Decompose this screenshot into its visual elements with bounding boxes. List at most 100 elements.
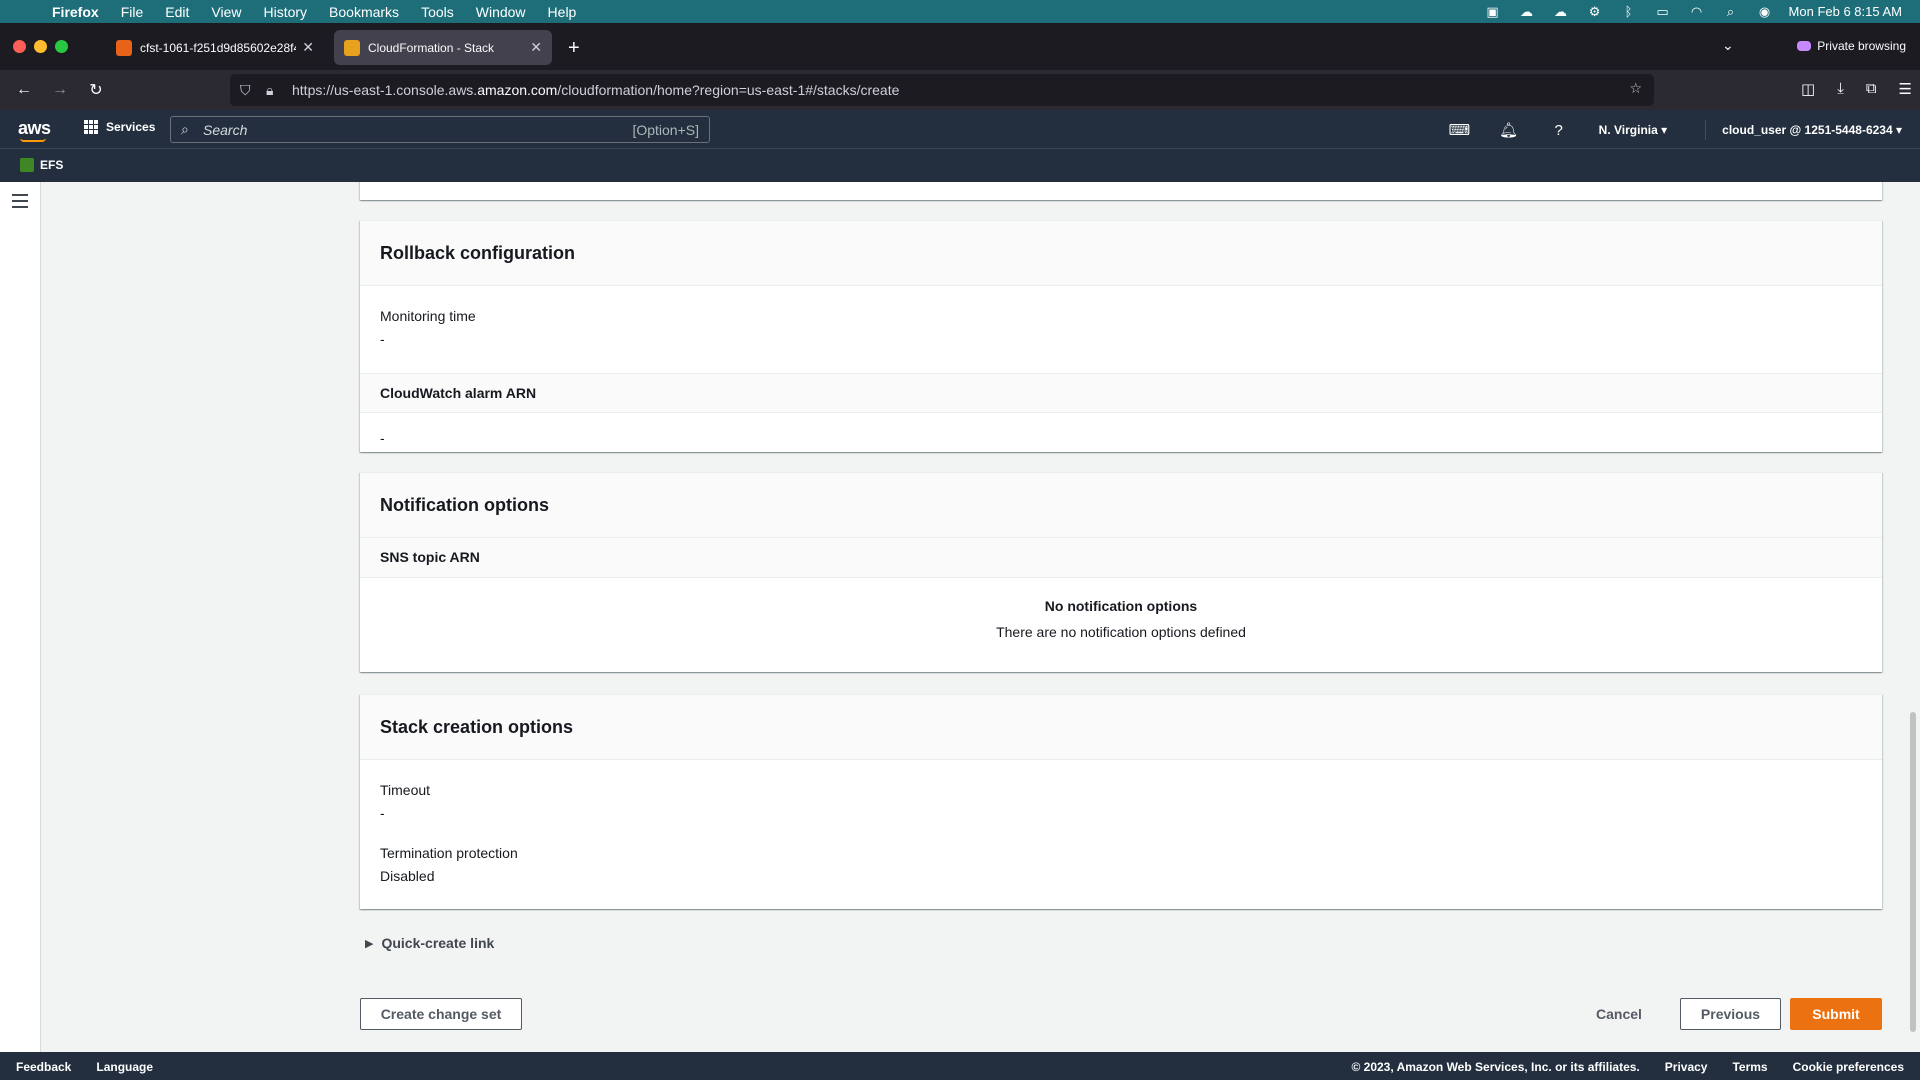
menu-view[interactable]: View [211,4,241,20]
aws-favicon-icon [116,39,132,56]
termination-protection-label: Termination protection [380,845,518,861]
sync-icon[interactable]: ☁ [1551,4,1571,20]
minimize-window-icon[interactable] [34,40,47,53]
aws-logo[interactable]: aws [18,118,51,142]
aws-search-input[interactable]: ⌕ Search [Option+S] [170,116,710,143]
private-browsing-indicator: Private browsing [1797,39,1906,53]
empty-description: There are no notification options define… [996,624,1246,640]
cancel-button[interactable]: Cancel [1579,998,1659,1030]
close-window-icon[interactable] [13,40,26,53]
notifications-bell-icon[interactable]: 🔔︎ [1499,121,1519,139]
menu-window[interactable]: Window [476,4,526,20]
notification-options-panel: Notification options SNS topic ARN No no… [360,472,1882,672]
services-button[interactable]: Services [84,120,155,134]
cookie-preferences-link[interactable]: Cookie preferences [1793,1060,1904,1074]
favorite-efs[interactable]: EFS [20,158,63,172]
wifi-icon[interactable]: ◠ [1687,4,1707,20]
create-change-set-button[interactable]: Create change set [360,998,522,1030]
menu-bookmarks[interactable]: Bookmarks [329,4,399,20]
previous-button[interactable]: Previous [1680,998,1781,1030]
submit-button[interactable]: Submit [1790,998,1882,1030]
menu-app-name[interactable]: Firefox [52,4,99,20]
side-navigation-rail [0,182,41,1052]
previous-panel-bottom [360,182,1882,200]
cloud-icon[interactable]: ☁ [1517,4,1537,20]
bookmark-star-icon[interactable]: ☆ [1629,80,1642,97]
chevron-down-icon[interactable]: ⌄ [1722,37,1734,54]
sns-topic-header: SNS topic ARN [360,538,1882,578]
menubar-clock[interactable]: Mon Feb 6 8:15 AM [1789,4,1902,19]
quick-create-link-toggle[interactable]: ▶ Quick-create link [365,935,494,951]
private-label: Private browsing [1817,39,1906,53]
close-icon[interactable]: ✕ [530,39,542,56]
cloudshell-icon[interactable]: ⌨ [1449,121,1471,139]
download-icon[interactable]: ⤓ [1837,80,1844,98]
monitoring-time-label: Monitoring time [380,308,476,324]
screen-record-icon[interactable]: ▣ [1483,4,1503,20]
hamburger-menu-icon[interactable] [12,194,28,212]
menu-history[interactable]: History [263,4,307,20]
aws-footer: Feedback Language © 2023, Amazon Web Ser… [0,1052,1920,1080]
cloudwatch-alarm-value: - [380,430,385,446]
aws-console-header: aws Services ⌕ Search [Option+S] ⌨ 🔔︎ ? … [0,110,1920,148]
rollback-configuration-panel: Rollback configuration Monitoring time -… [360,220,1882,452]
search-icon: ⌕ [181,121,189,137]
empty-title: No notification options [1044,598,1198,614]
search-shortcut: [Option+S] [632,122,699,138]
copyright-text: © 2023, Amazon Web Services, Inc. or its… [1351,1060,1640,1074]
caret-right-icon: ▶ [365,937,374,950]
quick-create-label: Quick-create link [381,935,495,951]
pocket-icon[interactable]: ◫ [1801,80,1815,98]
stack-creation-options-panel: Stack creation options Timeout - Termina… [360,694,1882,909]
scrollbar[interactable] [1910,712,1916,1032]
reload-icon[interactable]: ↻ [78,80,114,100]
timeout-label: Timeout [380,782,431,798]
control-center-icon[interactable]: ◉ [1755,4,1775,20]
spotlight-icon[interactable]: ⌕ [1721,4,1741,20]
language-link[interactable]: Language [96,1060,153,1074]
tab-cfst[interactable]: cfst-1061-f251d9d85602e28f4 ✕ [106,30,324,65]
menu-file[interactable]: File [121,4,144,20]
main-content: Rollback configuration Monitoring time -… [41,182,1920,1052]
region-selector[interactable]: N. Virginia ▾ [1599,123,1668,137]
close-icon[interactable]: ✕ [302,39,314,56]
url-text[interactable]: https://us-east-1.console.aws.amazon.com… [292,82,899,98]
terms-link[interactable]: Terms [1732,1060,1767,1074]
panel-title: Stack creation options [360,695,1882,760]
grid-icon [84,120,98,134]
forward-icon[interactable]: → [42,81,78,99]
lock-icon[interactable]: 🔒︎ [266,82,282,99]
maximize-window-icon[interactable] [55,40,68,53]
battery-icon[interactable]: ▭ [1653,4,1673,20]
tab-title: cfst-1061-f251d9d85602e28f4 [140,40,297,55]
help-icon[interactable]: ? [1549,122,1569,139]
favorites-bar: EFS [0,148,1920,182]
empty-state: No notification options There are no not… [360,578,1882,640]
services-label: Services [106,120,156,134]
cloudwatch-alarm-header: CloudWatch alarm ARN [360,373,1882,413]
account-menu[interactable]: cloud_user @ 1251-5448-6234 ▾ [1722,123,1902,137]
private-mask-icon [1797,41,1812,51]
bluetooth-icon[interactable]: ᛒ [1619,4,1639,19]
favorite-label: EFS [40,158,64,172]
url-bar[interactable]: ⛉ 🔒︎ https://us-east-1.console.aws.amazo… [230,74,1654,106]
menu-edit[interactable]: Edit [165,4,189,20]
back-icon[interactable]: ← [6,81,42,99]
privacy-link[interactable]: Privacy [1665,1060,1708,1074]
extensions-icon[interactable]: ⧉ [1866,80,1877,98]
menu-icon[interactable]: ☰ [1899,80,1912,98]
timeout-value: - [380,805,385,821]
termination-protection-value: Disabled [380,868,435,884]
menu-help[interactable]: Help [548,4,577,20]
new-tab-icon[interactable]: + [568,37,580,60]
monitoring-time-value: - [380,331,385,347]
macos-menubar: Firefox File Edit View History Bookmarks… [0,0,1920,23]
cloudformation-favicon-icon [344,39,360,56]
feedback-link[interactable]: Feedback [16,1060,71,1074]
efs-icon [20,158,34,172]
shield-icon[interactable]: ⛉ [240,82,256,99]
tab-cloudformation[interactable]: CloudFormation - Stack ✕ [334,30,552,65]
menu-tools[interactable]: Tools [421,4,454,20]
gear-icon[interactable]: ⚙ [1585,4,1605,20]
panel-title: Notification options [360,473,1882,538]
